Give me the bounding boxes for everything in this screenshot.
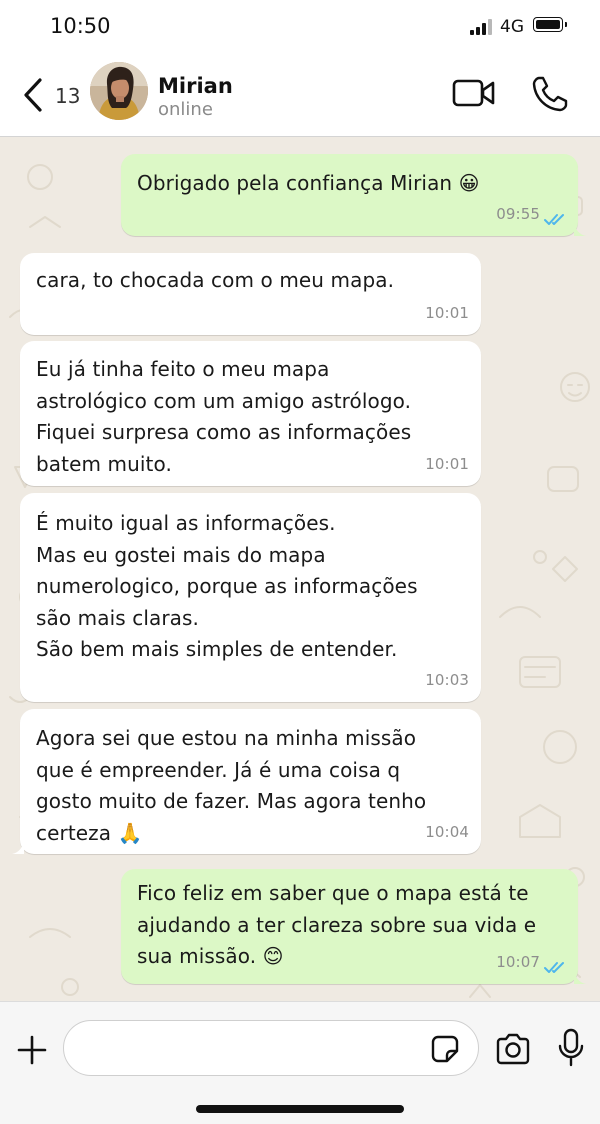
double-check-icon bbox=[544, 214, 564, 225]
message-bubble-incoming[interactable]: Agora sei que estou na minha missão que … bbox=[12, 709, 481, 854]
avatar[interactable] bbox=[90, 62, 148, 120]
phone-icon bbox=[532, 76, 568, 112]
bubble-tail bbox=[574, 222, 586, 236]
message-time: 10:03 bbox=[425, 670, 469, 689]
message-input[interactable] bbox=[63, 1020, 479, 1076]
home-indicator[interactable] bbox=[196, 1105, 404, 1113]
chat-area[interactable]: Obrigado pela confiança Mirian 😀 09:55 c… bbox=[0, 137, 600, 1001]
status-time: 10:50 bbox=[50, 14, 111, 38]
message-time: 09:55 bbox=[496, 204, 540, 223]
signal-strength-icon bbox=[470, 19, 492, 35]
message-composer bbox=[0, 1001, 600, 1124]
message-text: Eu já tinha feito o meu mapa astrológico… bbox=[36, 357, 412, 476]
video-call-button[interactable] bbox=[452, 76, 496, 112]
bubble-tail bbox=[574, 970, 586, 984]
plus-icon bbox=[17, 1035, 47, 1065]
sticker-icon bbox=[431, 1035, 459, 1063]
message-text: É muito igual as informações. Mas eu gos… bbox=[36, 511, 418, 661]
back-chevron-icon bbox=[24, 78, 42, 112]
microphone-icon bbox=[558, 1028, 584, 1067]
message-text: Obrigado pela confiança Mirian 😀 bbox=[137, 171, 480, 195]
attach-button[interactable] bbox=[16, 1034, 48, 1066]
unread-count: 13 bbox=[55, 84, 81, 108]
message-bubble-outgoing[interactable]: Fico feliz em saber que o mapa está te a… bbox=[121, 869, 586, 984]
back-button[interactable]: 13 bbox=[18, 72, 88, 118]
sticker-button[interactable] bbox=[430, 1034, 460, 1064]
message-bubble-incoming[interactable]: cara, to chocada com o meu mapa. 10:01 bbox=[20, 253, 481, 335]
video-camera-icon bbox=[452, 79, 495, 107]
contact-status: online bbox=[158, 99, 213, 120]
message-bubble-outgoing[interactable]: Obrigado pela confiança Mirian 😀 09:55 bbox=[121, 154, 586, 236]
camera-button[interactable] bbox=[494, 1032, 532, 1066]
camera-icon bbox=[496, 1033, 530, 1065]
message-time: 10:01 bbox=[425, 303, 469, 322]
network-type: 4G bbox=[500, 17, 524, 37]
message-text: Agora sei que estou na minha missão que … bbox=[36, 726, 427, 845]
double-check-icon bbox=[544, 962, 564, 973]
microphone-button[interactable] bbox=[558, 1028, 584, 1068]
chat-header: 13 Mirian online bbox=[0, 54, 600, 137]
message-time: 10:04 bbox=[425, 822, 469, 841]
message-time: 10:01 bbox=[425, 454, 469, 473]
bubble-tail bbox=[12, 840, 24, 854]
message-time: 10:07 bbox=[496, 952, 540, 971]
contact-name[interactable]: Mirian bbox=[158, 74, 233, 98]
avatar-photo bbox=[90, 62, 148, 120]
voice-call-button[interactable] bbox=[530, 74, 570, 114]
status-bar: 10:50 4G bbox=[0, 0, 600, 54]
message-text: cara, to chocada com o meu mapa. bbox=[36, 268, 395, 292]
battery-icon bbox=[533, 17, 567, 32]
message-bubble-incoming[interactable]: É muito igual as informações. Mas eu gos… bbox=[20, 493, 481, 702]
message-bubble-incoming[interactable]: Eu já tinha feito o meu mapa astrológico… bbox=[20, 341, 481, 486]
